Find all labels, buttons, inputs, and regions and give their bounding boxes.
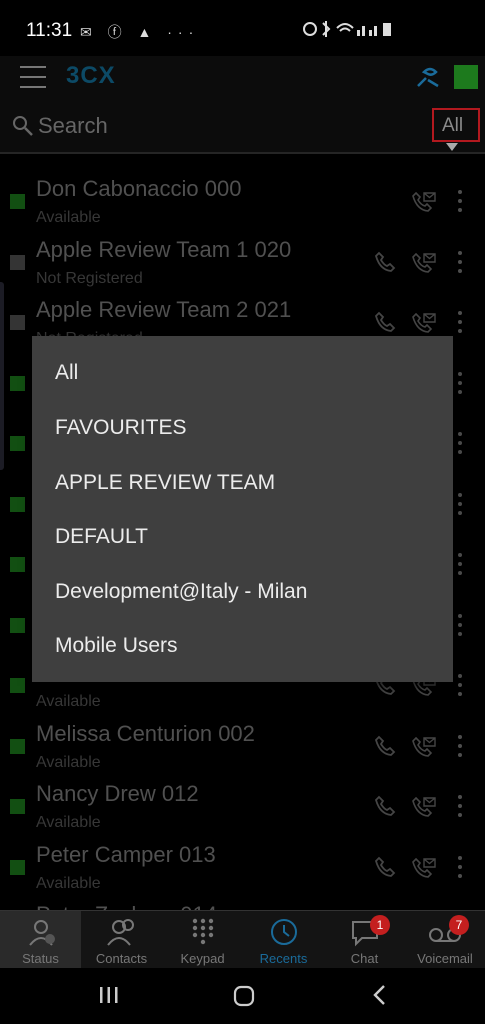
menu-item-development-italy-milan[interactable]: Development@Italy - Milan	[55, 580, 307, 604]
tab-recents-label: Recents	[259, 951, 308, 966]
tab-status-label: Status	[22, 951, 59, 966]
keypad-icon	[192, 918, 213, 945]
back-icon[interactable]	[370, 984, 390, 1006]
contacts-icon	[106, 919, 134, 946]
system-icons	[301, 20, 393, 41]
signal-wifi-battery-icons	[303, 21, 391, 37]
menu-item-mobile-users[interactable]: Mobile Users	[55, 634, 178, 658]
status-icon	[28, 920, 55, 946]
app-bar: 3CX	[0, 56, 485, 100]
filter-dropdown-value: All	[442, 115, 464, 136]
menu-item-all[interactable]: All	[55, 361, 78, 385]
tab-voicemail[interactable]: 7 Voicemail	[405, 911, 485, 969]
menu-icon[interactable]	[20, 66, 46, 88]
presence-icon[interactable]	[414, 64, 442, 90]
search-input[interactable]: Search	[38, 113, 108, 139]
notification-icons: ✉ ⓕ ▲ ···	[80, 24, 200, 40]
tab-contacts[interactable]: Contacts	[81, 911, 162, 969]
caret-down-icon	[446, 143, 458, 151]
system-nav-bar	[0, 968, 485, 1024]
app-logo: 3CX	[66, 62, 116, 89]
tab-status[interactable]: Status	[0, 911, 81, 969]
tab-voicemail-label: Voicemail	[417, 951, 473, 966]
clock: 11:31	[26, 20, 73, 41]
tab-recents[interactable]: Recents	[243, 911, 324, 969]
tab-keypad[interactable]: Keypad	[162, 911, 243, 969]
menu-item-apple-review-team[interactable]: APPLE REVIEW TEAM	[55, 471, 275, 495]
search-bar: Search All	[0, 100, 485, 154]
filter-dropdown-menu: All FAVOURITES APPLE REVIEW TEAM DEFAULT…	[32, 336, 453, 682]
menu-item-default[interactable]: DEFAULT	[55, 525, 148, 549]
home-icon[interactable]	[232, 984, 256, 1008]
my-status-indicator[interactable]	[454, 65, 478, 89]
search-icon	[13, 116, 33, 136]
chat-unread-badge: 1	[370, 915, 390, 935]
menu-item-favourites[interactable]: FAVOURITES	[55, 416, 186, 440]
recents-icon	[270, 919, 297, 945]
tab-contacts-label: Contacts	[95, 951, 148, 966]
bottom-tab-bar: Status Contacts Keypad Recents 1 Chat 7 …	[0, 910, 485, 969]
recent-apps-icon[interactable]	[98, 984, 120, 1006]
tab-keypad-label: Keypad	[180, 951, 225, 966]
filter-dropdown[interactable]: All	[432, 108, 480, 151]
voicemail-unread-badge: 7	[449, 915, 469, 935]
tab-chat-label: Chat	[350, 951, 379, 966]
system-status-bar: 11:31 ✉ ⓕ ▲ ···	[0, 0, 485, 56]
tab-chat[interactable]: 1 Chat	[324, 911, 405, 969]
